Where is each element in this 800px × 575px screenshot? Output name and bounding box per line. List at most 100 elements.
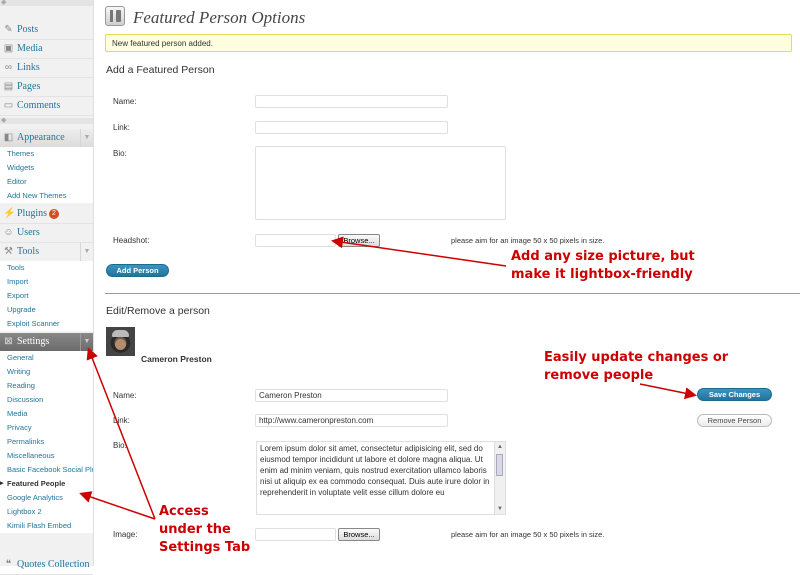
edit-browse-button[interactable]: Browse... <box>338 528 380 541</box>
submenu-item[interactable]: Export <box>0 289 93 303</box>
chevron-down-icon[interactable]: ▼ <box>80 243 93 261</box>
menu-media[interactable]: ▣ Media <box>0 40 93 59</box>
annotation-update: Easily update changes or remove people <box>544 349 728 385</box>
menu-label: Plugins 2 <box>17 208 59 220</box>
menu-users[interactable]: ☺ Users <box>0 224 93 243</box>
submenu-item[interactable]: Google Analytics <box>0 491 93 505</box>
appearance-icon: ◧ <box>3 132 14 143</box>
menu-links[interactable]: ∞ Links <box>0 59 93 78</box>
submenu-item[interactable]: Themes <box>0 147 93 161</box>
edit-link-input[interactable]: http://www.cameronpreston.com <box>255 414 448 427</box>
browse-button[interactable]: Browse... <box>338 234 380 247</box>
menu-separator: ◆ <box>0 0 93 6</box>
person-headshot <box>106 327 135 356</box>
submenu-item[interactable]: Writing <box>0 365 93 379</box>
submenu-item[interactable]: Permalinks <box>0 435 93 449</box>
link-icon: ∞ <box>4 62 13 73</box>
annotation-line: Add any size picture, but <box>511 249 695 264</box>
admin-sidebar: ◆ ✎ Posts ▣ Media ∞ Links ▤ Pages ▭ Comm… <box>0 0 94 575</box>
edit-image-size-hint: please aim for an image 50 x 50 pixels i… <box>451 530 605 539</box>
bio-label: Bio: <box>113 149 127 158</box>
annotation-line: remove people <box>544 368 654 383</box>
options-icon <box>105 6 125 26</box>
headshot-file-input[interactable] <box>255 234 336 247</box>
submenu-item[interactable]: Lightbox 2 <box>0 505 93 519</box>
remove-person-button[interactable]: Remove Person <box>697 414 772 427</box>
menu-separator: ◆ <box>0 117 93 124</box>
menu-label: Quotes Collection <box>17 559 90 570</box>
headshot-label: Headshot: <box>113 236 150 245</box>
menu-pages[interactable]: ▤ Pages <box>0 78 93 97</box>
pin-icon: ✎ <box>4 24 13 35</box>
chevron-down-icon[interactable]: ▼ <box>80 333 93 351</box>
settings-submenu: General Writing Reading Discussion Media… <box>0 351 93 533</box>
annotation-access: Access under the Settings Tab <box>159 503 250 557</box>
annotation-line: Access <box>159 504 209 519</box>
submenu-item[interactable]: Basic Facebook Social Plugins <box>0 463 93 477</box>
submenu-item[interactable]: Media <box>0 407 93 421</box>
submenu-item[interactable]: Add New Themes <box>0 189 93 203</box>
menu-label: Settings <box>17 336 50 347</box>
tools-icon: ⚒ <box>4 246 13 257</box>
scroll-thumb[interactable] <box>496 454 503 476</box>
submenu-item[interactable]: Upgrade <box>0 303 93 317</box>
edit-bio-textarea[interactable]: Lorem ipsum dolor sit amet, consectetur … <box>256 441 506 515</box>
bio-text: Lorem ipsum dolor sit amet, consectetur … <box>260 444 490 497</box>
menu-label: Users <box>17 227 40 238</box>
menu-appearance[interactable]: ◧ Appearance ▼ <box>0 129 93 148</box>
edit-bio-label: Bio: <box>113 441 127 450</box>
save-changes-button[interactable]: Save Changes <box>697 388 772 401</box>
update-count-badge: 2 <box>49 209 59 219</box>
submenu-item[interactable]: Miscellaneous <box>0 449 93 463</box>
menu-label: Links <box>17 62 40 73</box>
submenu-item[interactable]: Kimili Flash Embed <box>0 519 93 533</box>
scroll-down-icon[interactable]: ▼ <box>496 505 504 513</box>
page-title: Featured Person Options <box>133 8 306 27</box>
edit-image-label: Image: <box>113 530 138 539</box>
submenu-item[interactable]: Privacy <box>0 421 93 435</box>
plug-icon: ⚡ <box>3 208 16 219</box>
scroll-up-icon[interactable]: ▲ <box>496 443 504 451</box>
name-label: Name: <box>113 97 137 106</box>
edit-name-input[interactable]: Cameron Preston <box>255 389 448 402</box>
submenu-item[interactable]: Discussion <box>0 393 93 407</box>
submenu-item-current[interactable]: Featured People <box>0 477 93 491</box>
chevron-down-icon[interactable]: ▼ <box>80 129 93 147</box>
menu-plugins[interactable]: ⚡ Plugins 2 <box>0 205 93 224</box>
quotes-icon: ❝ <box>5 559 12 570</box>
menu-label: Tools <box>17 246 40 257</box>
annotation-picture: Add any size picture, but make it lightb… <box>511 248 695 284</box>
menu-label: Pages <box>17 81 41 92</box>
edit-link-label: Link: <box>113 416 130 425</box>
add-section-heading: Add a Featured Person <box>106 64 215 76</box>
submenu-item[interactable]: General <box>0 351 93 365</box>
submenu-item[interactable]: Widgets <box>0 161 93 175</box>
submenu-item[interactable]: Tools <box>0 261 93 275</box>
menu-tools[interactable]: ⚒ Tools ▼ <box>0 243 93 262</box>
submenu-item[interactable]: Reading <box>0 379 93 393</box>
annotation-line: under the <box>159 522 231 537</box>
name-input[interactable] <box>255 95 448 108</box>
annotation-line: Settings Tab <box>159 540 251 555</box>
submenu-item[interactable]: Editor <box>0 175 93 189</box>
menu-posts[interactable]: ✎ Posts <box>0 21 93 40</box>
person-name: Cameron Preston <box>141 354 212 364</box>
link-input[interactable] <box>255 121 448 134</box>
submenu-item[interactable]: Import <box>0 275 93 289</box>
users-icon: ☺ <box>3 227 14 238</box>
add-person-button[interactable]: Add Person <box>106 264 169 277</box>
tools-submenu: Tools Import Export Upgrade Exploit Scan… <box>0 261 93 331</box>
menu-comments[interactable]: ▭ Comments <box>0 97 93 116</box>
submenu-item[interactable]: Exploit Scanner <box>0 317 93 331</box>
updated-notice: New featured person added. <box>105 34 792 52</box>
menu-settings[interactable]: ⊠ Settings ▼ <box>0 333 93 352</box>
appearance-submenu: Themes Widgets Editor Add New Themes <box>0 147 93 203</box>
link-label: Link: <box>113 123 130 132</box>
media-icon: ▣ <box>3 43 14 54</box>
menu-label: Appearance <box>17 132 65 143</box>
textarea-scrollbar[interactable]: ▲ ▼ <box>494 442 505 514</box>
menu-label: Posts <box>17 24 39 35</box>
annotation-line: make it lightbox-friendly <box>511 267 693 282</box>
edit-image-file-input[interactable] <box>255 528 336 541</box>
bio-textarea[interactable] <box>255 146 506 220</box>
